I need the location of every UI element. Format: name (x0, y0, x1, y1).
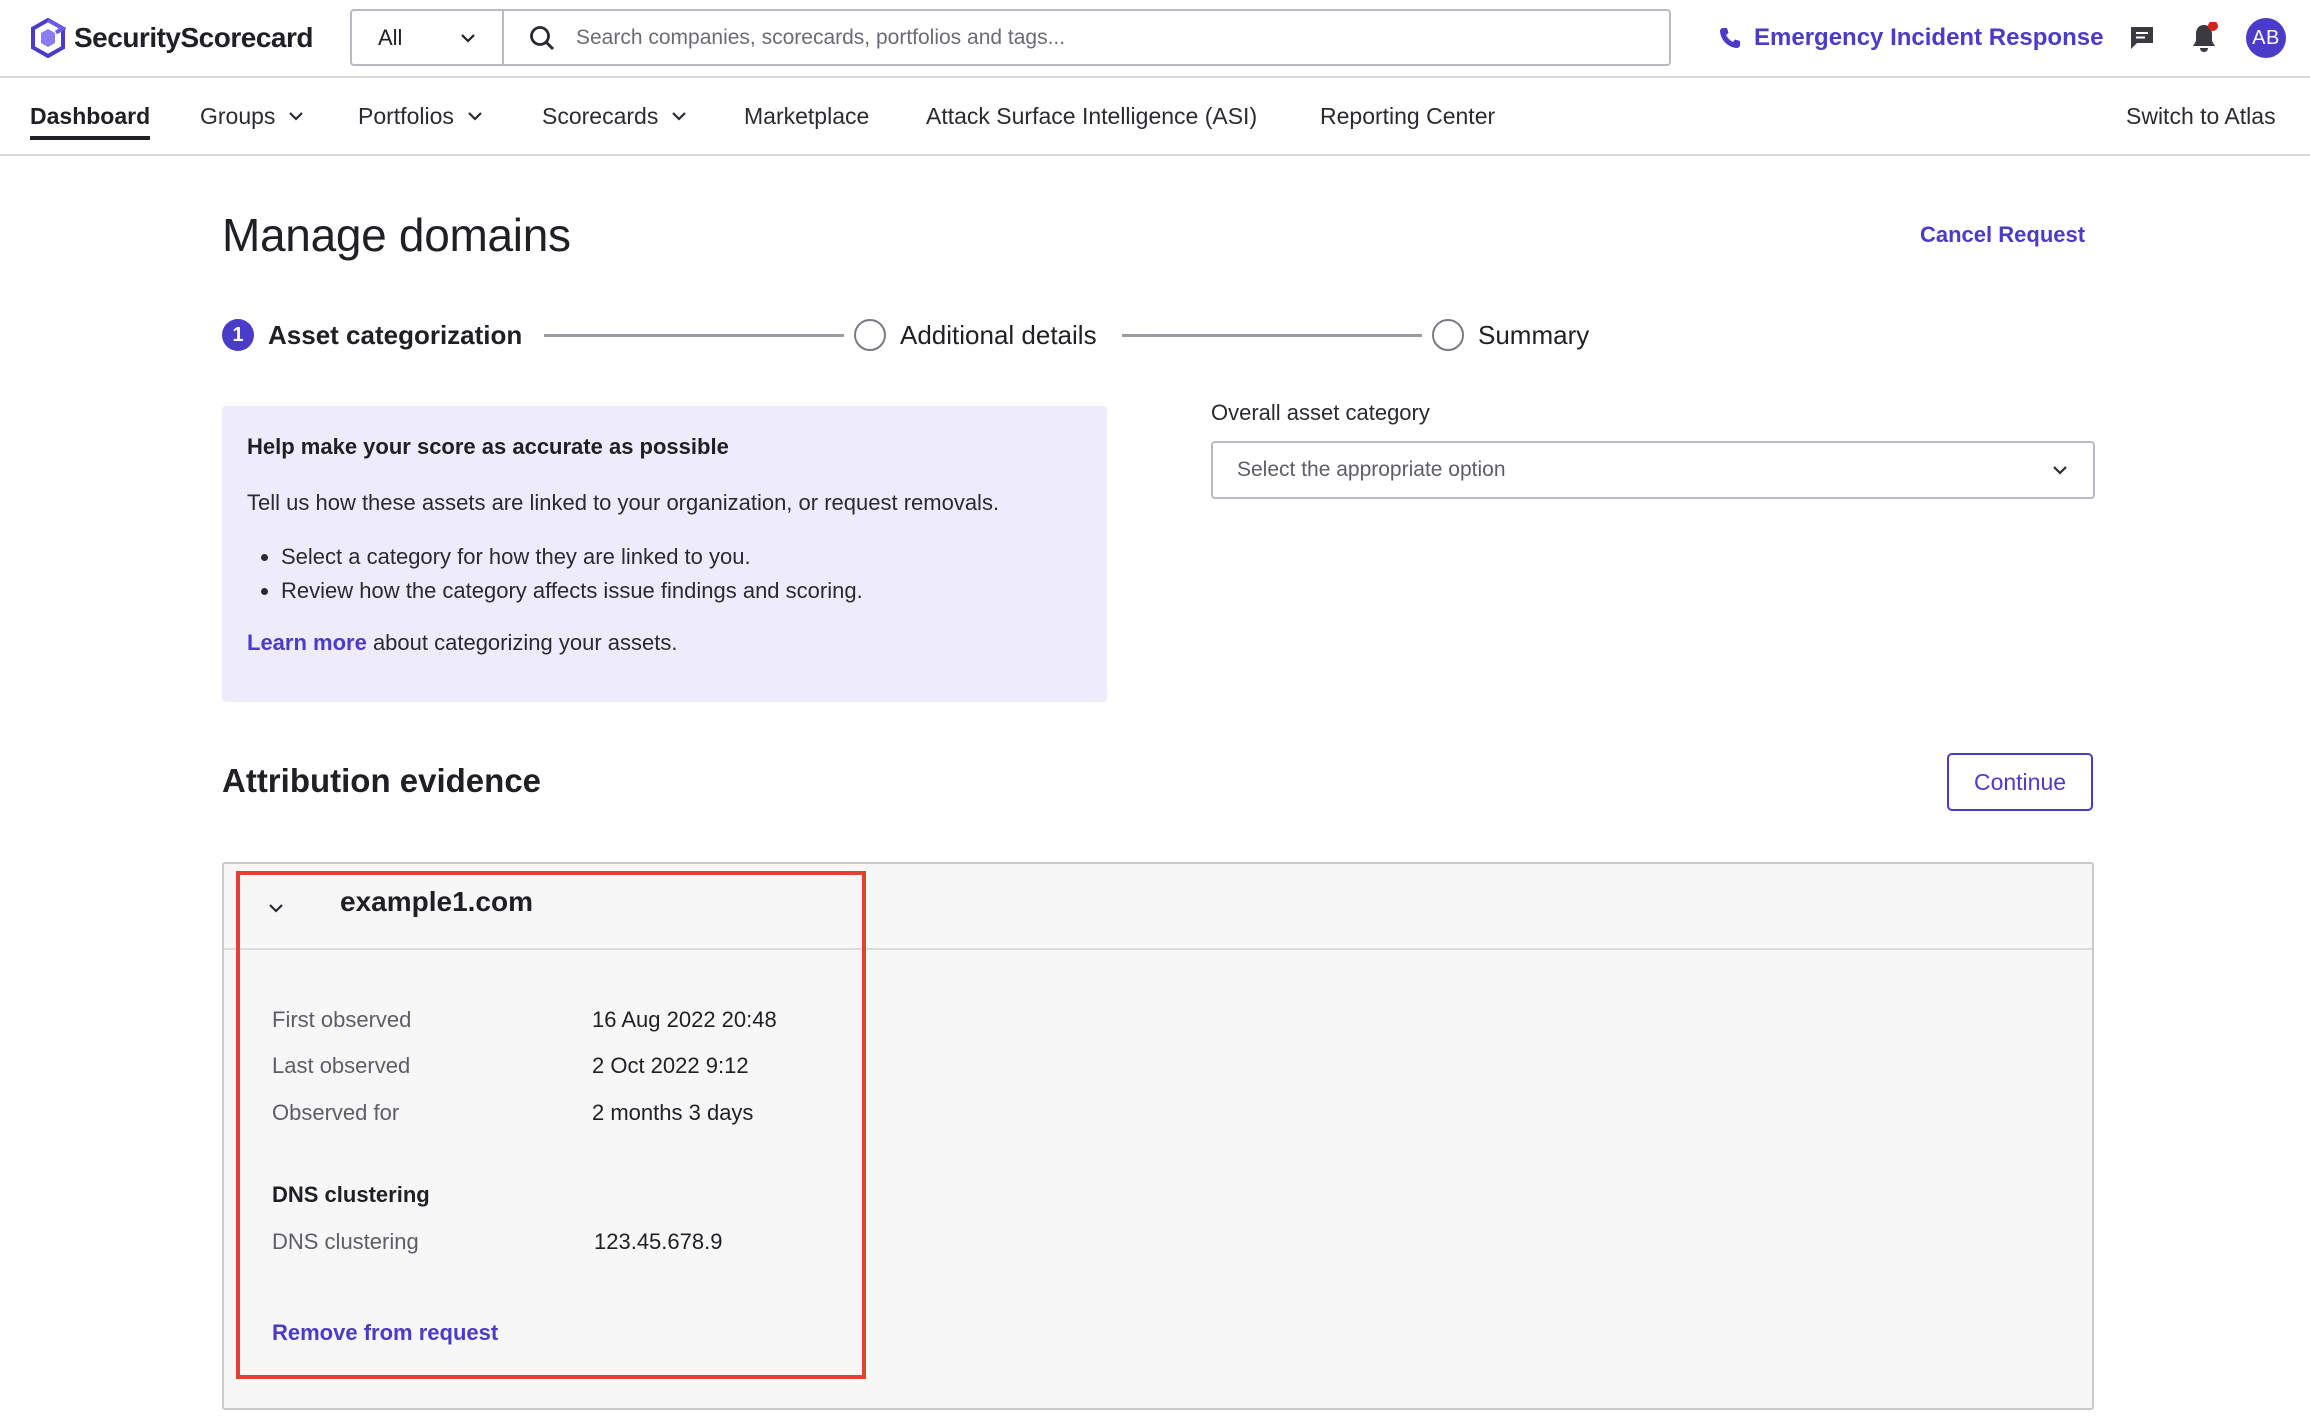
info-text: Tell us how these assets are linked to y… (247, 490, 1000, 515)
step-asset-categorization: 1 Asset categorization (222, 315, 522, 355)
search-scope-value: All (378, 24, 403, 50)
learn-more-rest: about categorizing your assets. (366, 630, 678, 655)
main-nav: Dashboard Groups Portfolios Scorecards M… (0, 78, 2310, 156)
nav-dashboard[interactable]: Dashboard (30, 78, 151, 154)
global-search: All (350, 9, 1671, 66)
messages-icon[interactable] (2124, 20, 2160, 56)
emergency-incident-response-link[interactable]: Emergency Incident Response (1718, 18, 2103, 58)
nav-scorecards[interactable]: Scorecards (542, 78, 688, 154)
attribution-evidence-title: Attribution evidence (222, 762, 542, 799)
step-circle (854, 319, 886, 351)
step-label: Additional details (900, 319, 1097, 350)
row-value: 16 Aug 2022 20:48 (592, 1007, 777, 1032)
switch-to-atlas-label: Switch to Atlas (2126, 102, 2276, 129)
top-bar: SecurityScorecard All Emergency Incident… (0, 0, 2310, 78)
nav-portfolios[interactable]: Portfolios (358, 78, 484, 154)
row-value: 2 months 3 days (592, 1100, 754, 1125)
nav-dashboard-label: Dashboard (30, 102, 151, 129)
nav-attack-surface-intelligence[interactable]: Attack Surface Intelligence (ASI) (926, 78, 1257, 154)
overall-asset-category-select[interactable]: Select the appropriate option (1211, 441, 2095, 499)
continue-button[interactable]: Continue (1947, 753, 2093, 811)
info-bullet: Select a category for how they are linke… (281, 540, 1082, 574)
overall-asset-category-label: Overall asset category (1211, 400, 1430, 425)
step-circle (1432, 319, 1464, 351)
securityscorecard-logo-icon (31, 18, 66, 58)
nav-scorecards-label: Scorecards (542, 102, 659, 129)
emergency-label: Emergency Incident Response (1754, 24, 2104, 51)
chevron-down-icon (672, 112, 687, 121)
row-value: 123.45.678.9 (594, 1229, 723, 1254)
nav-groups-label: Groups (200, 102, 276, 129)
chevron-down-icon (468, 112, 482, 121)
collapse-chevron-icon[interactable] (264, 896, 288, 920)
info-bullet: Review how the category affects issue fi… (281, 574, 1082, 608)
progress-stepper: 1 Asset categorization Additional detail… (222, 315, 1642, 355)
info-footer: Learn more about categorizing your asset… (247, 630, 1082, 656)
cancel-request-link[interactable]: Cancel Request (1920, 222, 2085, 248)
row-label: First observed (272, 1007, 412, 1032)
chevron-down-icon (289, 112, 304, 121)
domain-evidence-card: example1.com First observed 16 Aug 2022 … (222, 862, 2094, 1410)
nav-reporting-center[interactable]: Reporting Center (1320, 78, 1495, 154)
domain-name: example1.com (340, 886, 533, 917)
chevron-down-icon (2053, 466, 2067, 475)
learn-more-link[interactable]: Learn more (247, 630, 367, 655)
info-bullet-list: Select a category for how they are linke… (247, 540, 1082, 608)
row-label: Last observed (272, 1053, 411, 1078)
logo[interactable]: SecurityScorecard (30, 16, 313, 60)
step-number-badge: 1 (222, 319, 254, 351)
search-scope-select[interactable]: All (352, 11, 504, 64)
dns-clustering-title: DNS clustering (272, 1182, 430, 1207)
row-label: Observed for (272, 1100, 400, 1125)
domain-card-header[interactable]: example1.com (224, 864, 2092, 950)
brand-name: SecurityScorecard (74, 22, 313, 53)
select-placeholder: Select the appropriate option (1237, 458, 1506, 481)
row-value: 2 Oct 2022 9:12 (592, 1053, 749, 1078)
step-label: Summary (1478, 319, 1590, 350)
search-input[interactable] (562, 11, 1669, 64)
help-info-box: Help make your score as accurate as poss… (222, 406, 1107, 702)
step-summary: Summary (1432, 315, 1589, 355)
chevron-down-icon (461, 33, 475, 43)
notifications-bell-icon[interactable] (2186, 20, 2222, 56)
nav-marketplace-label: Marketplace (744, 102, 870, 129)
step-label: Asset categorization (268, 319, 523, 350)
nav-reporting-center-label: Reporting Center (1320, 102, 1496, 129)
nav-portfolios-label: Portfolios (358, 102, 454, 129)
remove-from-request-link[interactable]: Remove from request (272, 1320, 498, 1346)
phone-icon (1720, 28, 1740, 48)
switch-to-atlas-link[interactable]: Switch to Atlas (2126, 78, 2276, 154)
page-title: Manage domains (222, 209, 571, 261)
nav-asi-label: Attack Surface Intelligence (ASI) (926, 102, 1258, 129)
info-title: Help make your score as accurate as poss… (247, 434, 729, 459)
user-avatar[interactable]: AB (2246, 18, 2286, 58)
row-label: DNS clustering (272, 1229, 419, 1254)
search-icon (522, 11, 562, 64)
step-additional-details: Additional details (854, 315, 1097, 355)
nav-marketplace[interactable]: Marketplace (744, 78, 869, 154)
step-connector (1122, 334, 1422, 337)
step-connector (544, 334, 844, 337)
nav-groups[interactable]: Groups (200, 78, 305, 154)
